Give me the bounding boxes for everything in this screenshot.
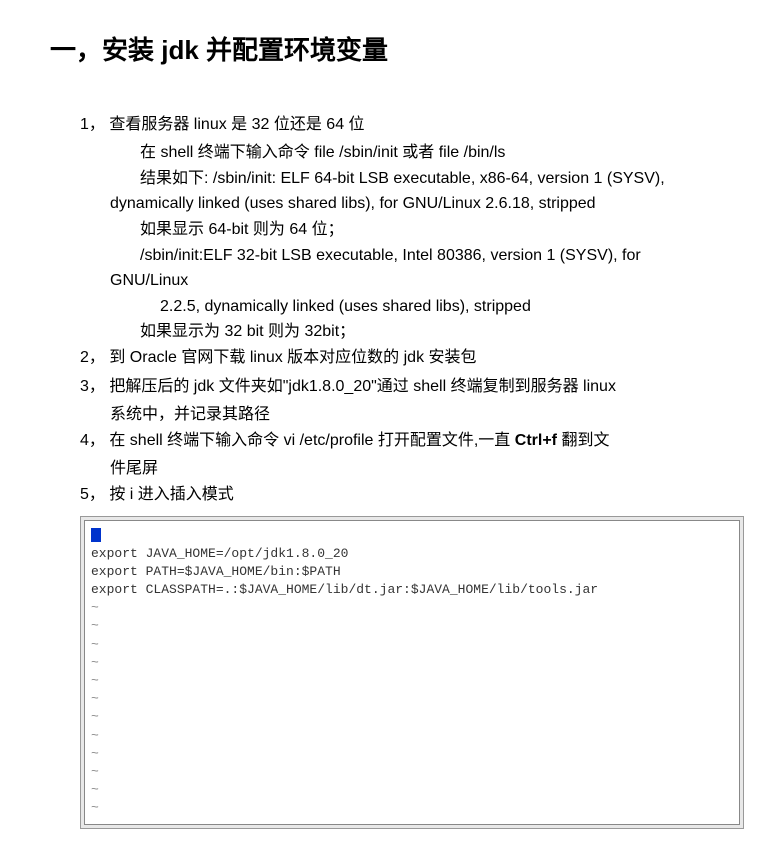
step-text: 到 Oracle 官网下载 linux 版本对应位数的 jdk 安装包 [109,349,476,366]
step-num: 2， [80,349,105,366]
step-1-sub4b: GNU/Linux [80,268,744,294]
step-text: 把解压后的 jdk 文件夹如"jdk1.8.0_20"通过 shell 终端复制… [109,378,616,395]
step-num: 3， [80,378,105,395]
step-text: 按 i 进入插入模式 [109,486,233,503]
step-1-sub1: 在 shell 终端下输入命令 file /sbin/init 或者 file … [80,140,744,166]
step-1-sub4: /sbin/init:ELF 32-bit LSB executable, In… [80,243,744,269]
step-4: 4， 在 shell 终端下输入命令 vi /etc/profile 打开配置文… [80,428,744,454]
terminal-tilde: ~ [91,690,733,708]
step-4-cont: 件尾屏 [80,456,744,482]
terminal-tilde: ~ [91,781,733,799]
terminal-cursor [91,528,101,542]
terminal-tilde: ~ [91,636,733,654]
step-1-sub2: 结果如下: /sbin/init: ELF 64-bit LSB executa… [80,166,744,192]
step-num: 5， [80,486,105,503]
terminal-tilde: ~ [91,654,733,672]
step-3: 3， 把解压后的 jdk 文件夹如"jdk1.8.0_20"通过 shell 终… [80,374,744,400]
terminal-content: export JAVA_HOME=/opt/jdk1.8.0_20 export… [84,520,740,825]
step-1-sub6: 如果显示为 32 bit 则为 32bit； [80,319,744,345]
terminal-line-2: export PATH=$JAVA_HOME/bin:$PATH [91,563,733,581]
terminal-tilde: ~ [91,708,733,726]
step-num: 4， [80,432,105,449]
terminal-tilde: ~ [91,617,733,635]
terminal-line-3: export CLASSPATH=.:$JAVA_HOME/lib/dt.jar… [91,581,733,599]
terminal-screenshot: export JAVA_HOME=/opt/jdk1.8.0_20 export… [80,516,744,829]
terminal-tilde: ~ [91,672,733,690]
step-num: 1， [80,116,105,133]
step-1-sub5: 2.2.5, dynamically linked (uses shared l… [80,294,744,320]
terminal-tilde: ~ [91,763,733,781]
step-text: 在 shell 终端下输入命令 vi /etc/profile 打开配置文件,一… [109,432,609,449]
step-3-cont: 系统中，并记录其路径 [80,402,744,428]
content-body: 1， 查看服务器 linux 是 32 位还是 64 位 在 shell 终端下… [40,112,744,508]
step-1: 1， 查看服务器 linux 是 32 位还是 64 位 [80,112,744,138]
terminal-tilde: ~ [91,599,733,617]
terminal-tilde: ~ [91,799,733,817]
step-1-sub3: 如果显示 64-bit 则为 64 位； [80,217,744,243]
terminal-tilde: ~ [91,727,733,745]
terminal-line-1: export JAVA_HOME=/opt/jdk1.8.0_20 [91,545,733,563]
step-5: 5， 按 i 进入插入模式 [80,482,744,508]
step-1-sub2b: dynamically linked (uses shared libs), f… [80,191,744,217]
step-2: 2， 到 Oracle 官网下载 linux 版本对应位数的 jdk 安装包 [80,345,744,371]
step-text: 查看服务器 linux 是 32 位还是 64 位 [109,116,364,133]
title-text: 一，安装 jdk 并配置环境变量 [50,35,388,65]
terminal-tilde: ~ [91,745,733,763]
document-title: 一，安装 jdk 并配置环境变量 [50,30,744,72]
